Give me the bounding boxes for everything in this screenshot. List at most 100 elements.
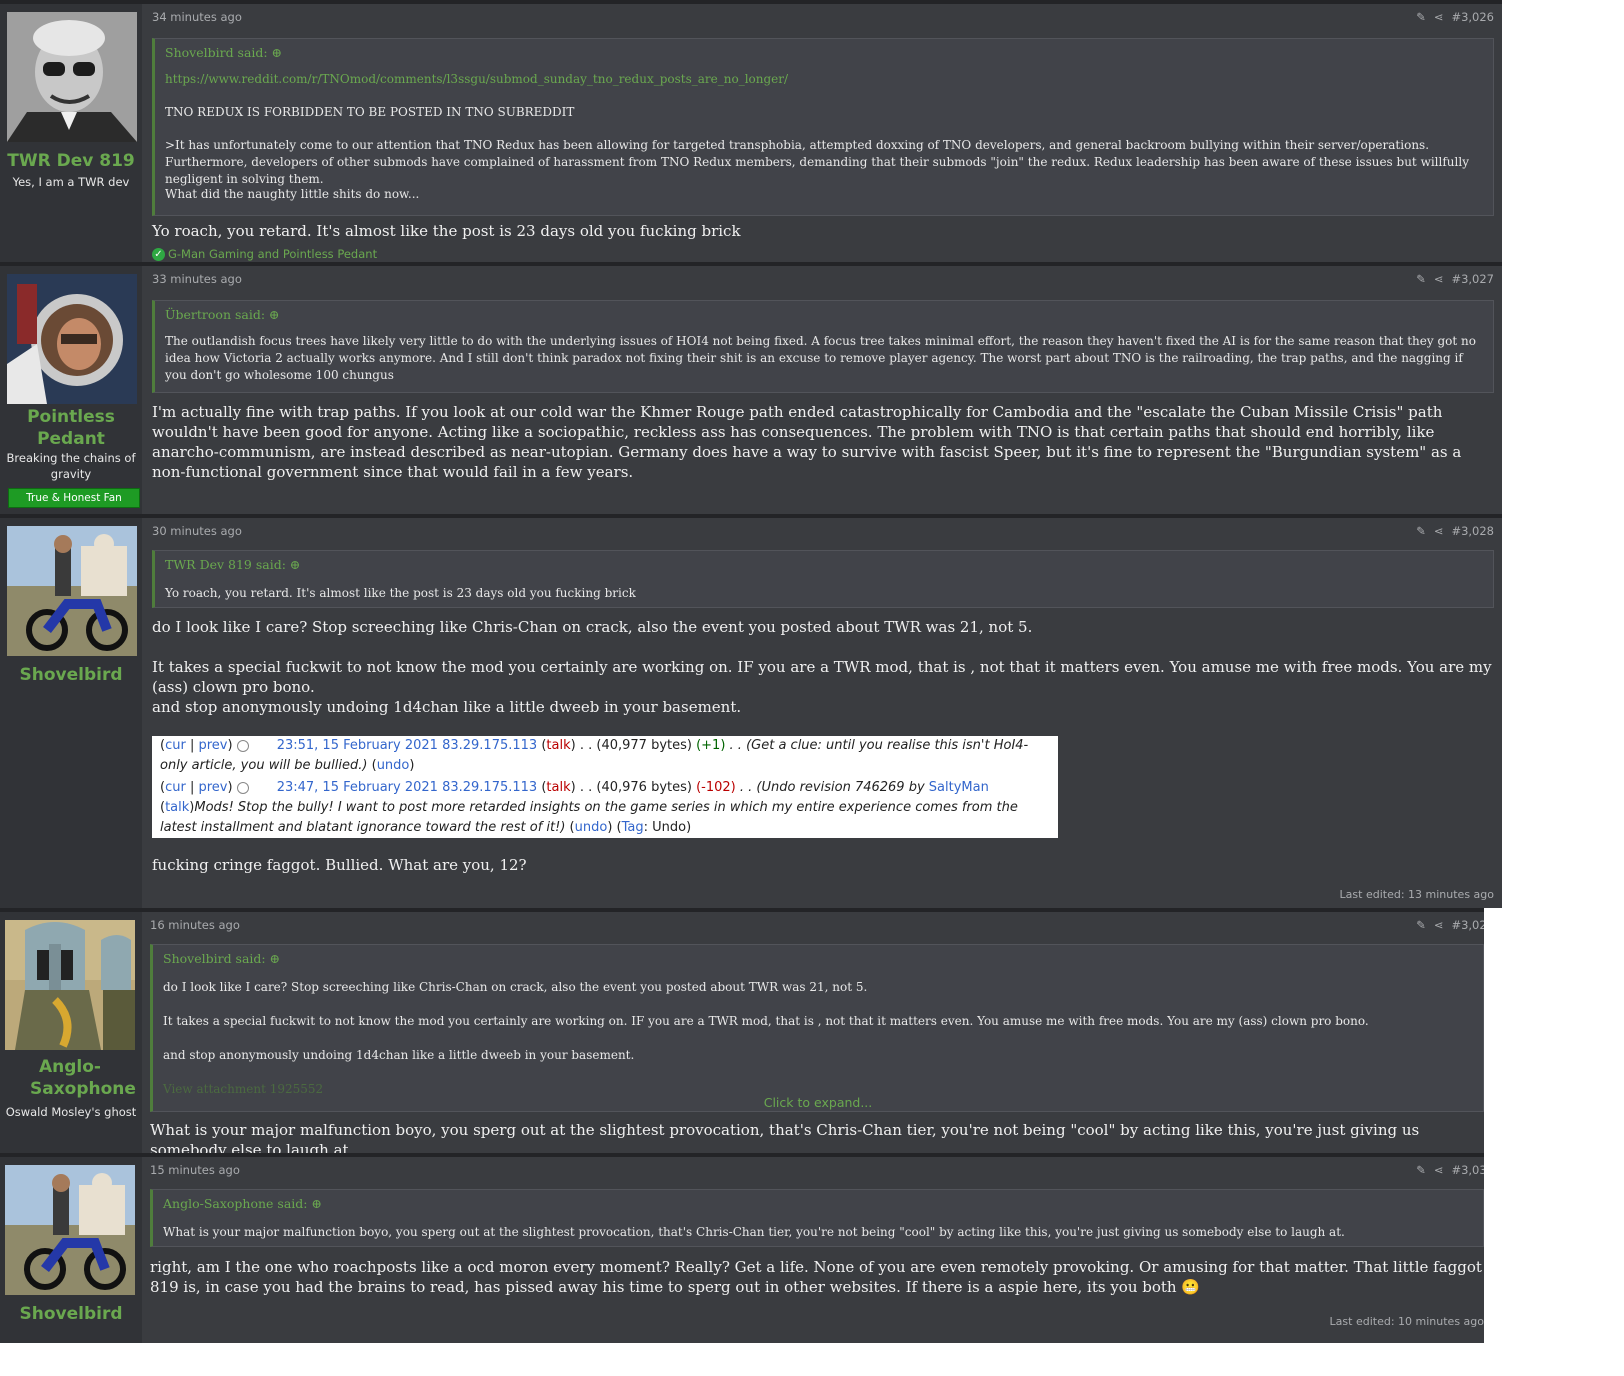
post-3026: TWR Dev 819 Yes, I am a TWR dev 34 minut… (0, 0, 1502, 262)
user-title: Yes, I am a TWR dev (12, 175, 130, 189)
undo-link[interactable]: undo (377, 758, 410, 773)
quote-header[interactable]: Übertroon said: ⊕ (165, 307, 280, 322)
username[interactable]: Shovelbird (0, 664, 142, 686)
avatar[interactable] (7, 526, 137, 656)
history-row: (cur | prev) 23:51, 15 February 2021 83.… (160, 738, 1029, 773)
quote-line: What did the naughty little shits do now… (165, 187, 420, 201)
pencil-icon[interactable]: ✎ (1416, 524, 1426, 538)
quote-header[interactable]: TWR Dev 819 said: ⊕ (165, 557, 300, 572)
post-message: Yo roach, you retard. It's almost like t… (152, 222, 741, 240)
post-author: Shovelbird (0, 1157, 142, 1343)
avatar[interactable] (5, 920, 135, 1050)
username[interactable]: Anglo-Saxophone (30, 1056, 136, 1100)
revision-summary: . . (Undo revision 746269 by (739, 780, 925, 795)
pencil-icon[interactable]: ✎ (1416, 10, 1426, 24)
undo-link[interactable]: undo (575, 820, 608, 835)
click-to-expand[interactable]: Click to expand... (153, 1095, 1483, 1110)
avatar[interactable] (7, 12, 137, 142)
quote-block: Übertroon said: ⊕ The outlandish focus t… (152, 300, 1494, 393)
post-number[interactable]: #3,029 (1451, 918, 1484, 932)
arrow-up-circle-icon[interactable]: ⊕ (272, 45, 282, 60)
post-3027: Pointless Pedant Breaking the chains of … (0, 262, 1502, 514)
arrow-up-circle-icon[interactable]: ⊕ (269, 307, 279, 322)
arrow-up-circle-icon[interactable]: ⊕ (290, 557, 300, 572)
talk-link[interactable]: talk (546, 738, 570, 753)
quote-line: TNO REDUX IS FORBIDDEN TO BE POSTED IN T… (165, 105, 575, 119)
post-number[interactable]: #3,027 (1451, 272, 1494, 286)
revision-ip[interactable]: 83.29.175.113 (442, 738, 537, 753)
radio-icon[interactable] (236, 781, 249, 794)
pencil-icon[interactable]: ✎ (1416, 272, 1426, 286)
post-number[interactable]: #3,030 (1451, 1163, 1484, 1177)
last-edited[interactable]: Last edited: 10 minutes ago (1330, 1315, 1484, 1328)
username[interactable]: Shovelbird (0, 1303, 142, 1325)
post-paragraph: It takes a special fuckwit to not know t… (152, 658, 1492, 696)
arrow-up-circle-icon[interactable]: ⊕ (270, 951, 280, 966)
post-body: 30 minutes ago ✎ ⋖ #3,028 TWR Dev 819 said… (152, 518, 1494, 908)
share-icon[interactable]: ⋖ (1434, 10, 1444, 24)
quote-header[interactable]: Anglo-Saxophone said: ⊕ (163, 1196, 322, 1211)
post-3029: Anglo-Saxophone Oswald Mosley's ghost 16… (0, 908, 1484, 1153)
post-body: 16 minutes ago ✎ ⋖ #3,029 Shovelbird said:… (150, 912, 1484, 1153)
radio-icon[interactable] (236, 739, 249, 752)
post-body: 15 minutes ago ✎ ⋖ #3,030 Anglo-Saxophone … (150, 1157, 1484, 1343)
post-message: right, am I the one who roachposts like … (150, 1258, 1482, 1296)
revision-diff: (+1) (696, 738, 726, 753)
quote-header[interactable]: Shovelbird said: ⊕ (165, 45, 282, 60)
revision-date[interactable]: 23:51, 15 February 2021 (277, 738, 438, 753)
prev-link[interactable]: prev (198, 738, 227, 753)
avatar[interactable] (5, 1165, 135, 1295)
post-time[interactable]: 30 minutes ago (152, 524, 242, 538)
cur-link[interactable]: cur (165, 780, 186, 795)
quote-link[interactable]: https://www.reddit.com/r/TNOmod/comments… (165, 71, 1483, 88)
revision-diff: (-102) (696, 780, 736, 795)
pencil-icon[interactable]: ✎ (1416, 918, 1426, 932)
username[interactable]: TWR Dev 819 (0, 150, 142, 172)
prev-link[interactable]: prev (198, 780, 227, 795)
arrow-up-circle-icon[interactable]: ⊕ (311, 1196, 321, 1211)
post-tools: ✎ ⋖ #3,029 (1408, 918, 1484, 932)
post-tools: ✎ ⋖ #3,026 (1408, 10, 1494, 24)
user-title: Breaking the chains of gravity (6, 451, 136, 481)
quote-block: TWR Dev 819 said: ⊕ Yo roach, you retard… (152, 550, 1494, 608)
share-icon[interactable]: ⋖ (1434, 524, 1444, 538)
post-3030: Shovelbird 15 minutes ago ✎ ⋖ #3,030 Anglo… (0, 1153, 1484, 1343)
revision-ip[interactable]: 83.29.175.113 (442, 780, 537, 795)
quote-line: >It has unfortunately come to our attent… (165, 138, 1469, 186)
reactions[interactable]: ✓ G-Man Gaming and Pointless Pedant (152, 247, 377, 261)
post-time[interactable]: 33 minutes ago (152, 272, 242, 286)
post-body: 33 minutes ago ✎ ⋖ #3,027 Übertroon said: … (152, 266, 1494, 514)
user-link[interactable]: SaltyMan (929, 780, 989, 795)
emoji-icon: 😬 (1181, 1278, 1201, 1296)
quote-header[interactable]: Shovelbird said: ⊕ (163, 951, 280, 966)
cur-link[interactable]: cur (165, 738, 186, 753)
tag-link[interactable]: Tag (622, 820, 644, 835)
tag-value: Undo (652, 820, 687, 835)
share-icon[interactable]: ⋖ (1434, 1163, 1444, 1177)
revision-date[interactable]: 23:47, 15 February 2021 (277, 780, 438, 795)
post-paragraph: and stop anonymously undoing 1d4chan lik… (152, 698, 742, 716)
share-icon[interactable]: ⋖ (1434, 272, 1444, 286)
post-message: What is your major malfunction boyo, you… (150, 1121, 1420, 1153)
post-tools: ✎ ⋖ #3,028 (1408, 524, 1494, 538)
quote-block: Shovelbird said: ⊕ https://www.reddit.co… (152, 38, 1494, 216)
post-number[interactable]: #3,028 (1451, 524, 1494, 538)
post-author: Anglo-Saxophone Oswald Mosley's ghost (0, 912, 142, 1153)
post-time[interactable]: 34 minutes ago (152, 10, 242, 24)
pencil-icon[interactable]: ✎ (1416, 1163, 1426, 1177)
quote-line: It takes a special fuckwit to not know t… (163, 1014, 1369, 1028)
post-time[interactable]: 16 minutes ago (150, 918, 240, 932)
share-icon[interactable]: ⋖ (1434, 918, 1444, 932)
post-number[interactable]: #3,026 (1451, 10, 1494, 24)
post-time[interactable]: 15 minutes ago (150, 1163, 240, 1177)
avatar[interactable] (7, 274, 137, 404)
last-edited[interactable]: Last edited: 13 minutes ago (1340, 888, 1494, 901)
quote-block: Shovelbird said: ⊕ do I look like I care… (150, 944, 1484, 1112)
user-talk-link[interactable]: talk (165, 800, 189, 815)
talk-link[interactable]: talk (546, 780, 570, 795)
post-author: Pointless Pedant Breaking the chains of … (0, 266, 142, 514)
post-tools: ✎ ⋖ #3,027 (1408, 272, 1494, 286)
wiki-history-screenshot: (cur | prev) 23:51, 15 February 2021 83.… (152, 736, 1058, 838)
post-author: TWR Dev 819 Yes, I am a TWR dev (0, 4, 142, 262)
username[interactable]: Pointless Pedant (6, 406, 136, 450)
